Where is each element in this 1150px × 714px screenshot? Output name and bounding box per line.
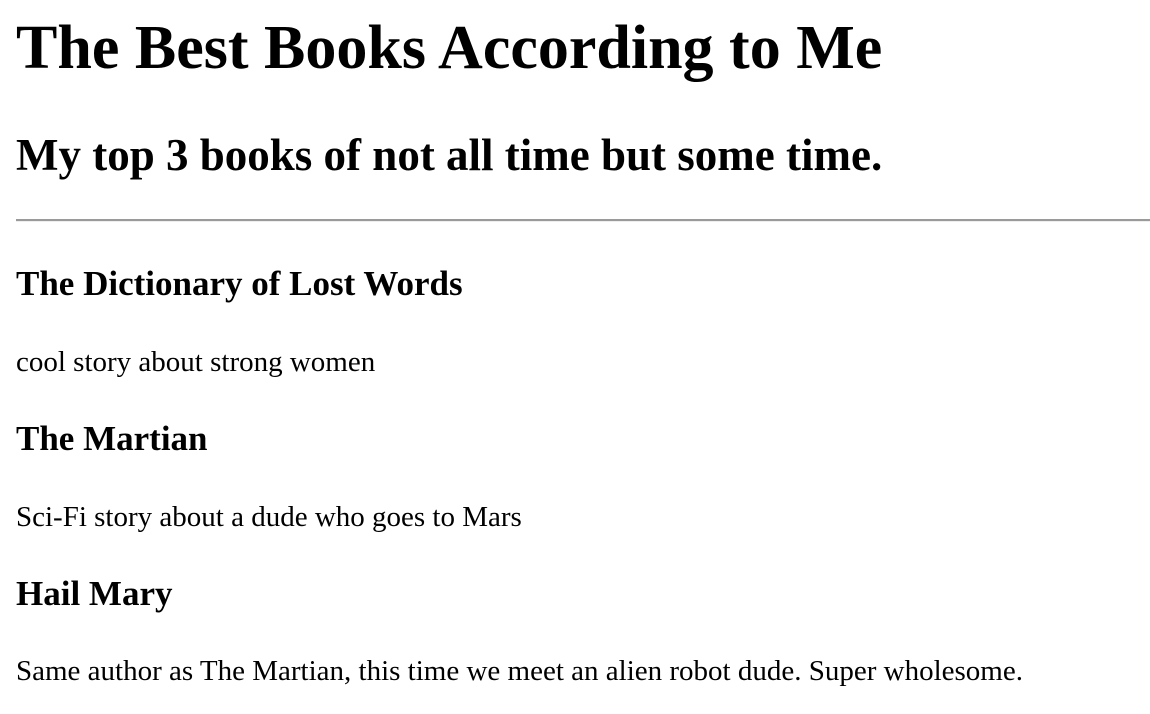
book-title-1: The Dictionary of Lost Words	[16, 264, 463, 303]
book-description-2: Sci-Fi story about a dude who goes to Ma…	[16, 501, 522, 533]
section-divider	[16, 219, 1150, 222]
book-title-3: Hail Mary	[16, 574, 173, 613]
page-subtitle: My top 3 books of not all time but some …	[16, 130, 883, 180]
page-title: The Best Books According to Me	[16, 14, 883, 82]
book-title-2: The Martian	[16, 419, 208, 458]
book-description-3: Same author as The Martian, this time we…	[16, 655, 1023, 687]
book-description-1: cool story about strong women	[16, 346, 376, 378]
